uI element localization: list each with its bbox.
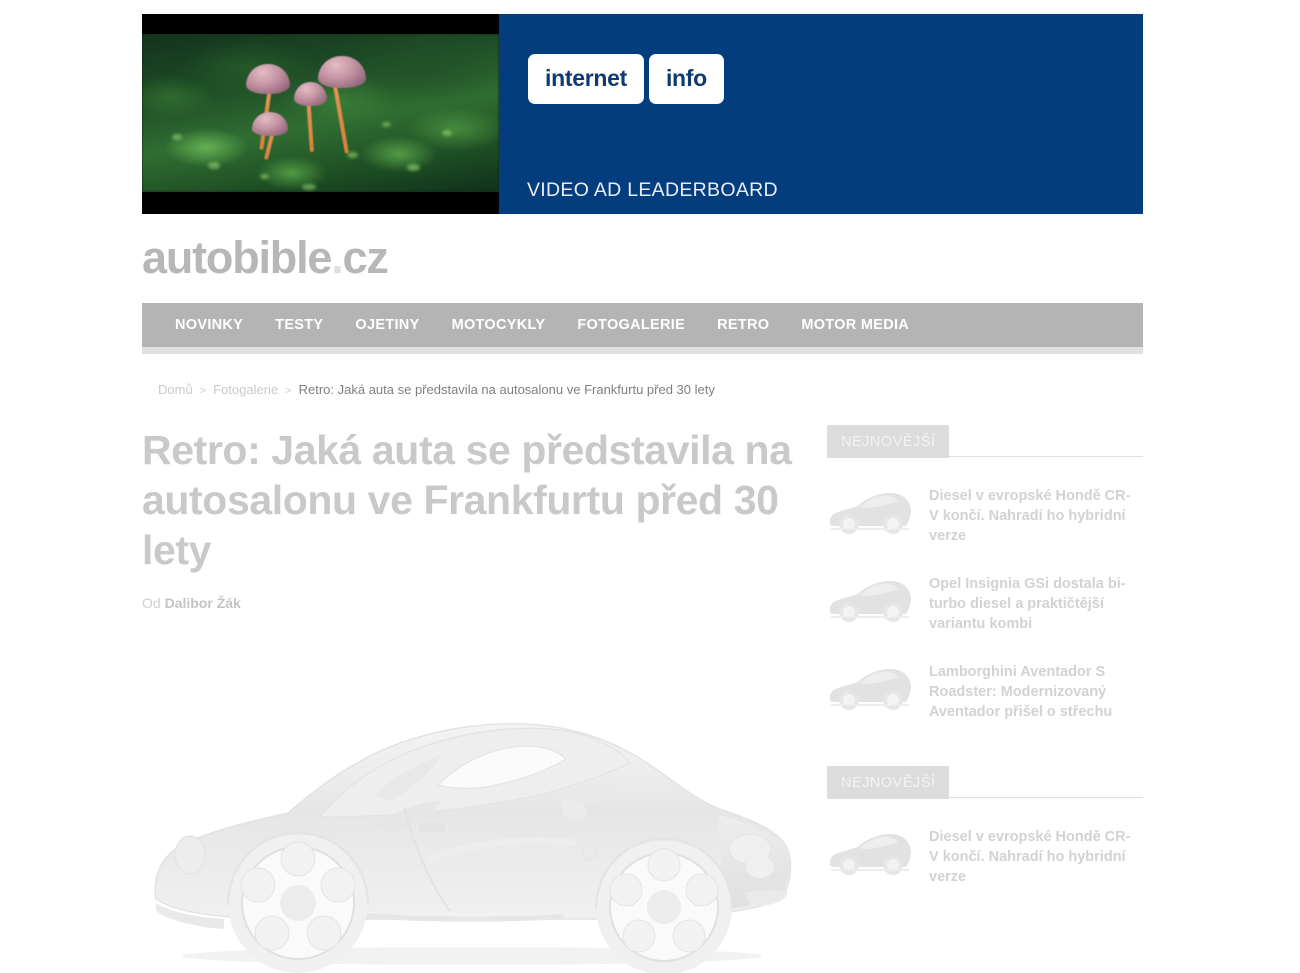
breadcrumb: Domů > Fotogalerie > Retro: Jaká auta se… xyxy=(158,382,715,397)
list-item[interactable]: Lamborghini Aventador S Roadster: Modern… xyxy=(827,662,1143,722)
byline-author[interactable]: Dalibor Žák xyxy=(165,595,241,611)
clover-speck-icon xyxy=(172,134,182,140)
article-title-link[interactable]: Diesel v evropské Hondě CR-V končí. Nahr… xyxy=(929,827,1132,887)
ad-video-frame xyxy=(142,34,499,192)
ad-caption: VIDEO AD LEADERBOARD xyxy=(527,179,778,201)
ad-brand-panel: internet info VIDEO AD LEADERBOARD xyxy=(499,14,1143,214)
sidebar-heading-badge: NEJNOVĚJŠÍ xyxy=(827,766,950,799)
clover-speck-icon xyxy=(347,152,358,158)
nav-item-novinky[interactable]: NOVINKY xyxy=(175,317,243,333)
clover-background-icon xyxy=(142,34,499,192)
logo-info-box: info xyxy=(648,54,724,104)
content-area: Retro: Jaká auta se představila na autos… xyxy=(142,425,1143,973)
nav-bar: NOVINKY TESTY OJETINY MOTOCYKLY FOTOGALE… xyxy=(142,303,1143,347)
breadcrumb-home[interactable]: Domů xyxy=(158,382,193,397)
article-title-link[interactable]: Opel Insignia GSi dostala bi-turbo diese… xyxy=(929,574,1132,634)
breadcrumb-separator-icon: > xyxy=(285,385,292,397)
clover-speck-icon xyxy=(208,162,220,169)
article-title-link[interactable]: Diesel v evropské Hondě CR-V končí. Nahr… xyxy=(929,486,1132,546)
nav-item-fotogalerie[interactable]: FOTOGALERIE xyxy=(577,317,685,333)
main-navigation: NOVINKY TESTY OJETINY MOTOCYKLY FOTOGALE… xyxy=(142,303,1143,354)
article-thumbnail xyxy=(827,486,913,538)
article-hero-image[interactable] xyxy=(142,673,800,973)
nav-item-ojetiny[interactable]: OJETINY xyxy=(355,317,419,333)
byline-prefix: Od xyxy=(142,595,161,612)
car-thumbnail-icon xyxy=(829,669,911,710)
car-thumbnail-icon xyxy=(829,581,911,622)
clover-speck-icon xyxy=(260,174,269,179)
clover-speck-icon xyxy=(382,122,391,127)
list-item[interactable]: Diesel v evropské Hondě CR-V končí. Nahr… xyxy=(827,827,1143,887)
sidebar-block-nejnovejsi-1: NEJNOVĚJŠÍ Diesel v evropské Hondě CR-V … xyxy=(827,425,1143,722)
nav-item-motocykly[interactable]: MOTOCYKLY xyxy=(452,317,546,333)
site-logo-dot: . xyxy=(331,232,344,283)
nav-item-retro[interactable]: RETRO xyxy=(717,317,769,333)
sidebar-heading-row: NEJNOVĚJŠÍ xyxy=(827,425,1143,458)
article-byline: Od Dalibor Žák xyxy=(142,595,822,611)
article-thumbnail xyxy=(827,662,913,714)
breadcrumb-current: Retro: Jaká auta se představila na autos… xyxy=(298,382,715,397)
sidebar-heading-rule xyxy=(949,456,1143,457)
article-thumbnail xyxy=(827,827,913,879)
sidebar-block-nejnovejsi-2: NEJNOVĚJŠÍ Diesel v evropské Hondě CR-V … xyxy=(827,766,1143,887)
article-title-link[interactable]: Lamborghini Aventador S Roadster: Modern… xyxy=(929,662,1132,722)
page-title: Retro: Jaká auta se představila na autos… xyxy=(142,427,792,574)
site-logo[interactable]: autobible.cz xyxy=(142,232,389,284)
article-column: Retro: Jaká auta se představila na autos… xyxy=(142,425,822,973)
page-container: internet info VIDEO AD LEADERBOARD autob… xyxy=(142,0,1143,973)
sidebar: NEJNOVĚJŠÍ Diesel v evropské Hondě CR-V … xyxy=(822,425,1143,973)
site-logo-main: autobible xyxy=(142,232,332,283)
clover-speck-icon xyxy=(407,164,420,171)
list-item[interactable]: Diesel v evropské Hondě CR-V končí. Nahr… xyxy=(827,486,1143,546)
article-thumbnail xyxy=(827,574,913,626)
sidebar-heading-row: NEJNOVĚJŠÍ xyxy=(827,766,1143,799)
logo-internet-box: internet xyxy=(528,54,644,104)
internet-info-logo[interactable]: internet info xyxy=(528,54,724,104)
ad-leaderboard[interactable]: internet info VIDEO AD LEADERBOARD xyxy=(142,14,1143,214)
breadcrumb-separator-icon: > xyxy=(199,385,207,397)
car-thumbnail-icon xyxy=(829,493,911,534)
site-logo-tld: cz xyxy=(342,232,389,283)
nav-item-motor-media[interactable]: MOTOR MEDIA xyxy=(801,317,909,333)
breadcrumb-section[interactable]: Fotogalerie xyxy=(213,382,278,397)
list-item[interactable]: Opel Insignia GSi dostala bi-turbo diese… xyxy=(827,574,1143,634)
clover-speck-icon xyxy=(442,130,452,136)
nav-underline-strip xyxy=(142,347,1143,354)
nav-item-testy[interactable]: TESTY xyxy=(275,317,323,333)
sidebar-heading-rule xyxy=(949,797,1143,798)
sidebar-heading-badge: NEJNOVĚJŠÍ xyxy=(827,425,950,458)
ad-video-player[interactable] xyxy=(142,14,499,214)
clover-speck-icon xyxy=(302,184,316,190)
sports-car-illustration-icon xyxy=(154,723,792,973)
car-thumbnail-icon xyxy=(829,834,911,875)
